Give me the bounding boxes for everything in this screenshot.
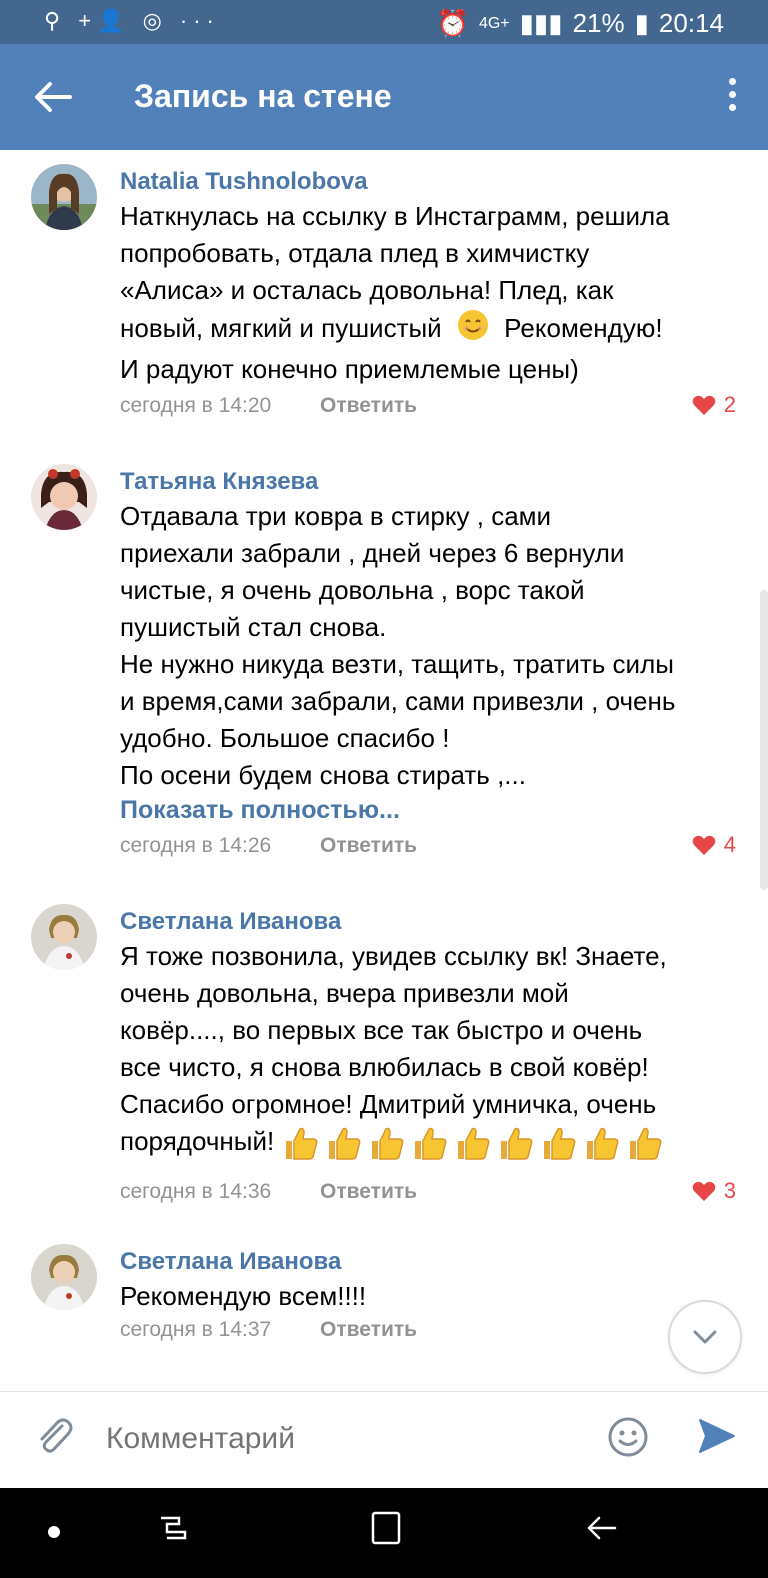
comment-text: Я тоже позвонила, увидев ссылку вк! Знае… <box>120 938 740 1163</box>
heart-icon <box>692 1181 716 1201</box>
comment-line: По осени будем снова стирать ,... <box>120 760 526 790</box>
comment-line: Отдавала три ковра в стирку , сами <box>120 501 552 531</box>
comment-input[interactable] <box>106 1416 586 1462</box>
comment-author[interactable]: Светлана Иванова <box>120 908 341 936</box>
comment-line: пушистый стал снова. <box>120 612 387 642</box>
comment-author[interactable]: Светлана Иванова <box>120 1248 341 1276</box>
nav-dot-icon[interactable] <box>48 1526 60 1538</box>
battery-icon: ▮ <box>634 8 649 38</box>
comment-time: сегодня в 14:36 <box>120 1180 272 1203</box>
battery-percent: 21% <box>572 8 625 38</box>
nav-back-icon[interactable] <box>583 1510 619 1546</box>
comment-item: Татьяна Князева Отдавала три ковра в сти… <box>0 450 768 880</box>
comment-line: все чисто, я снова влюбилась в свой ковё… <box>120 1052 649 1082</box>
thumbs-up-emoji-icon <box>501 1127 533 1160</box>
like-count: 4 <box>723 832 736 857</box>
comment-line: удобно. Большое спасибо ! <box>120 723 450 753</box>
heart-icon <box>692 835 716 855</box>
comment-line-part: порядочный! <box>120 1126 275 1156</box>
comment-text: Рекомендую всем!!!! <box>120 1278 740 1315</box>
comment-time: сегодня в 14:20 <box>120 394 272 417</box>
thumbs-up-emoji-icon <box>329 1127 361 1160</box>
signal-icon: ▮▮▮ <box>519 8 563 38</box>
attach-icon[interactable] <box>32 1414 76 1458</box>
app-bar: Запись на стене <box>0 44 768 150</box>
comment-line: Я тоже позвонила, увидев ссылку вк! Знае… <box>120 941 667 971</box>
comment-item: Natalia Tushnolobova Наткнулась на ссылк… <box>0 150 768 440</box>
like-count: 3 <box>723 1178 736 1203</box>
comment-line: очень довольна, вчера привезли мой <box>120 978 569 1008</box>
chevron-down-icon <box>693 1330 717 1344</box>
show-more-link[interactable]: Показать полностью... <box>120 796 400 825</box>
clock: 20:14 <box>658 8 724 38</box>
comment-item: Светлана Иванова Я тоже позвонила, увиде… <box>0 890 768 1220</box>
comment-line: попробовать, отдала плед в химчистку <box>120 238 590 268</box>
home-icon[interactable] <box>370 1510 402 1546</box>
comment-line: Наткнулась на ссылку в Инстаграмм, решил… <box>120 201 670 231</box>
comment-line: Не нужно никуда везти, тащить, тратить с… <box>120 649 674 679</box>
thumbs-up-emoji-icon <box>544 1127 576 1160</box>
like-button[interactable]: 3 <box>692 1178 736 1204</box>
comment-time: сегодня в 14:37 <box>120 1318 272 1341</box>
thumbs-up-emoji-icon <box>286 1127 318 1160</box>
reply-button[interactable]: Ответить <box>320 834 417 858</box>
heart-icon <box>692 395 716 415</box>
thumbs-up-emoji-icon <box>415 1127 447 1160</box>
more-menu-icon[interactable] <box>726 78 738 118</box>
comment-text: Отдавала три ковра в стирку , сами приех… <box>120 498 740 794</box>
reply-button[interactable]: Ответить <box>320 1180 417 1204</box>
thumbs-up-emoji-icon <box>630 1127 662 1160</box>
comment-line: чистые, я очень довольна , ворс такой <box>120 575 585 605</box>
comment-author[interactable]: Татьяна Князева <box>120 468 318 496</box>
network-type: 4G+ <box>478 14 510 32</box>
comment-line: Рекомендую всем!!!! <box>120 1281 367 1311</box>
comment-line: порядочный! <box>120 1123 740 1163</box>
system-nav-bar <box>0 1488 768 1578</box>
avatar[interactable] <box>31 904 97 970</box>
status-left-icons: ⚲ +👤 ◎ ··· <box>44 8 220 33</box>
avatar[interactable] <box>31 464 97 530</box>
like-button[interactable]: 2 <box>692 392 736 418</box>
comment-line-part: новый, мягкий и пушистый <box>120 312 442 343</box>
comment-line: Спасибо огромное! Дмитрий умничка, очень <box>120 1089 657 1119</box>
avatar[interactable] <box>31 1244 97 1310</box>
comment-line: «Алиса» и осталась довольна! Плед, как <box>120 275 614 305</box>
comment-line: новый, мягкий и пушистый Рекомендую! <box>120 309 740 351</box>
comment-line: приехали забрали , дней через 6 вернули <box>120 538 625 568</box>
reply-button[interactable]: Ответить <box>320 394 417 418</box>
comment-item: Светлана Иванова Рекомендую всем!!!! сег… <box>0 1230 768 1370</box>
thumbs-up-emoji-icon <box>458 1127 490 1160</box>
scroll-down-button[interactable] <box>668 1300 742 1374</box>
avatar[interactable] <box>31 164 97 230</box>
comment-author[interactable]: Natalia Tushnolobova <box>120 168 368 196</box>
like-count: 2 <box>723 392 736 417</box>
comment-line: ковёр...., во первых все так быстро и оч… <box>120 1015 643 1045</box>
status-bar: ⚲ +👤 ◎ ··· ⏰ 4G+ ▮▮▮ 21% ▮ 20:14 <box>0 0 768 44</box>
comment-line: И радуют конечно приемлемые цены) <box>120 354 579 384</box>
status-right: ⏰ 4G+ ▮▮▮ 21% ▮ 20:14 <box>437 8 724 39</box>
send-icon[interactable] <box>696 1416 736 1456</box>
comment-time: сегодня в 14:26 <box>120 834 272 857</box>
reply-button[interactable]: Ответить <box>320 1318 417 1342</box>
like-button[interactable]: 4 <box>692 832 736 858</box>
comment-line: и время,сами забрали, сами привезли , оч… <box>120 686 676 716</box>
page-title: Запись на стене <box>134 78 392 114</box>
comment-line-part: Рекомендую! <box>504 312 663 343</box>
alarm-icon: ⏰ <box>436 8 469 38</box>
back-arrow-icon[interactable] <box>30 74 76 120</box>
comment-composer <box>0 1391 768 1487</box>
recent-apps-icon[interactable] <box>155 1510 191 1546</box>
thumbs-up-emoji-row <box>280 1126 667 1160</box>
smiling-face-emoji-icon <box>457 309 489 351</box>
thumbs-up-emoji-icon <box>372 1127 404 1160</box>
comment-text: Наткнулась на ссылку в Инстаграмм, решил… <box>120 198 740 388</box>
thumbs-up-emoji-icon <box>587 1127 619 1160</box>
emoji-icon[interactable] <box>607 1416 649 1458</box>
comments-list: Natalia Tushnolobova Наткнулась на ссылк… <box>0 150 768 1390</box>
